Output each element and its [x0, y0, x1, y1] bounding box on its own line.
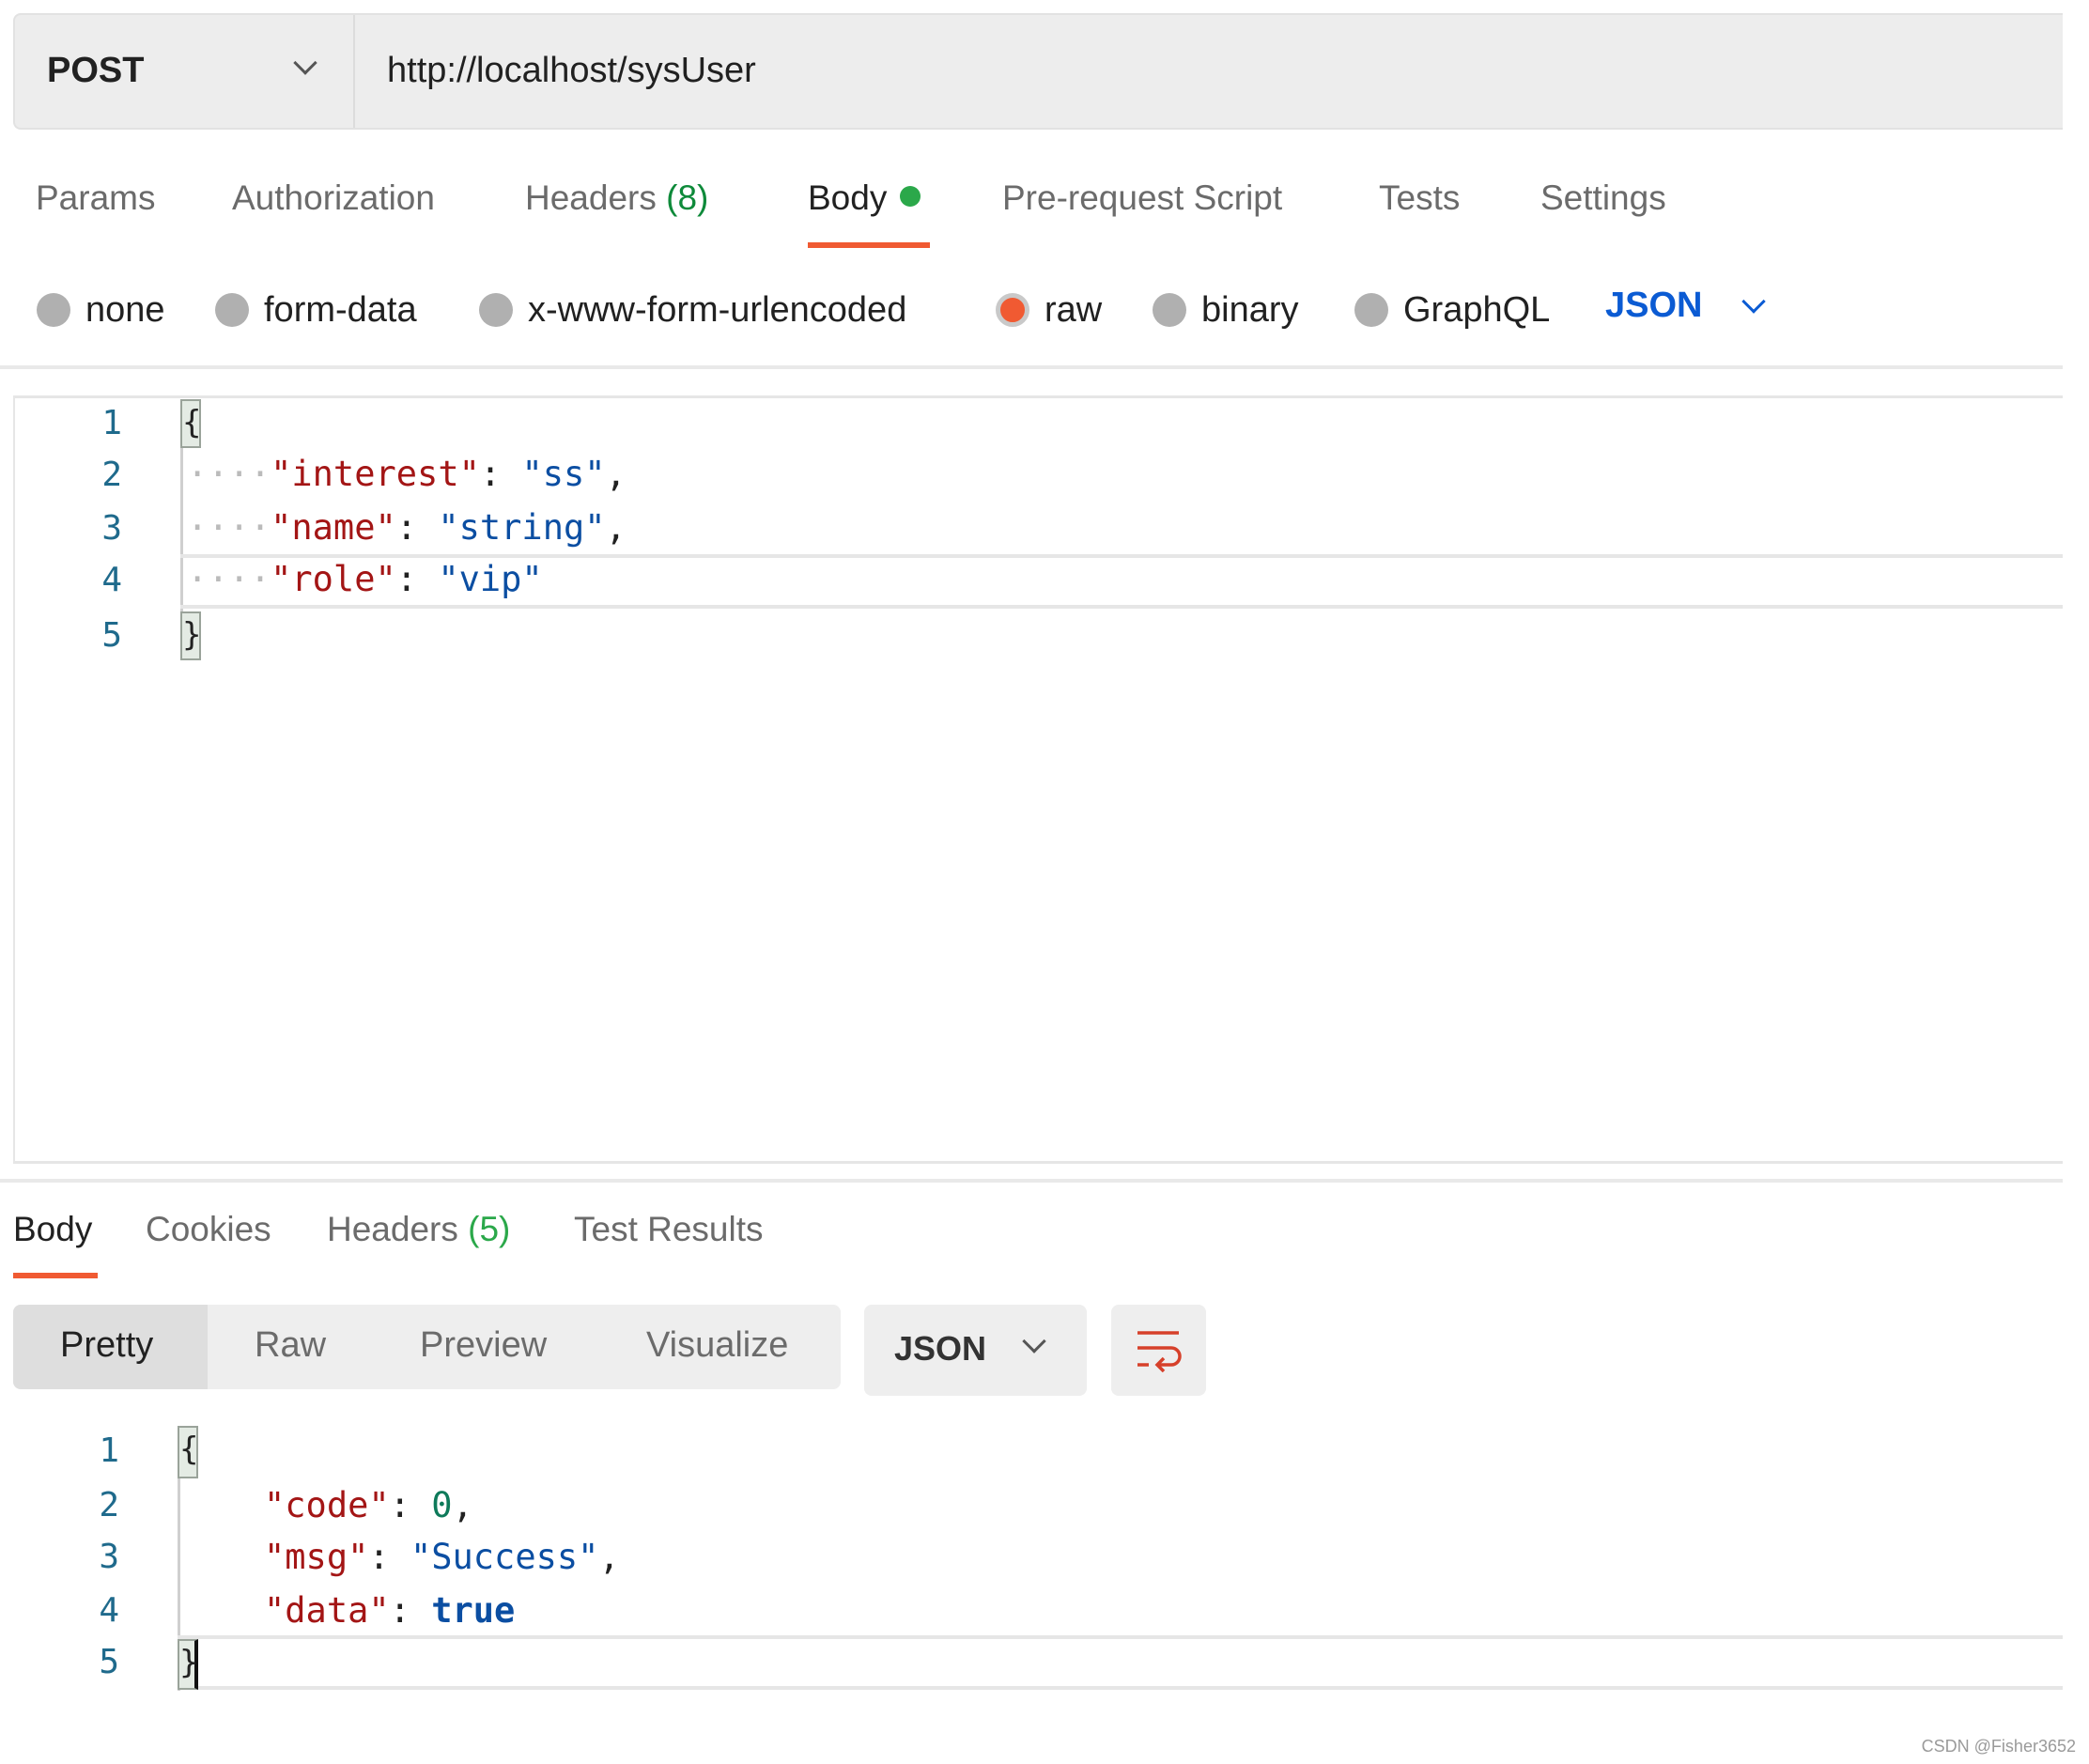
- response-code-line: "data": true: [264, 1590, 516, 1631]
- tab-label: Body: [808, 178, 888, 217]
- line-number: 1: [99, 1431, 119, 1470]
- headers-count: (8): [666, 178, 709, 217]
- radio-none[interactable]: none: [37, 289, 165, 331]
- headers-count: (5): [468, 1210, 511, 1248]
- line-number: 1: [101, 404, 122, 442]
- matched-brace: {: [180, 399, 201, 448]
- response-tab-test-results[interactable]: Test Results: [574, 1210, 764, 1249]
- radio-icon: [215, 293, 249, 327]
- tab-label: Tests: [1379, 178, 1461, 217]
- radio-form-data[interactable]: form-data: [215, 289, 417, 331]
- radio-binary[interactable]: binary: [1153, 289, 1299, 331]
- radio-label: form-data: [264, 289, 417, 330]
- tab-label: Headers: [525, 178, 657, 217]
- tab-label: Settings: [1540, 178, 1666, 217]
- radio-icon: [37, 293, 70, 327]
- view-visualize-button[interactable]: Visualize: [646, 1325, 788, 1366]
- chevron-down-icon: [293, 51, 317, 75]
- matched-brace: }: [180, 611, 201, 660]
- chevron-down-icon: [1022, 1329, 1046, 1354]
- radio-label: none: [85, 289, 165, 330]
- chevron-down-icon[interactable]: [1741, 289, 1766, 314]
- radio-graphql[interactable]: GraphQL: [1354, 289, 1550, 331]
- raw-format-select[interactable]: JSON: [1605, 286, 1702, 326]
- radio-label: x-www-form-urlencoded: [528, 289, 907, 330]
- divider: [0, 365, 2063, 369]
- tab-label: Params: [36, 178, 156, 217]
- line-number: 2: [101, 456, 122, 494]
- view-mode-segmented-control: Pretty Raw Preview Visualize: [13, 1305, 841, 1389]
- line-number: 3: [99, 1538, 119, 1576]
- pane-divider[interactable]: [0, 1179, 2063, 1183]
- radio-label: GraphQL: [1403, 289, 1551, 330]
- url-input[interactable]: http://localhost/sysUser: [387, 51, 756, 91]
- view-raw-button[interactable]: Raw: [255, 1325, 326, 1366]
- response-code-line: "code": 0,: [264, 1485, 473, 1525]
- radio-label: binary: [1201, 289, 1299, 330]
- radio-label: raw: [1044, 289, 1103, 330]
- tab-settings[interactable]: Settings: [1540, 178, 1666, 218]
- response-tab-cookies[interactable]: Cookies: [146, 1210, 271, 1249]
- line-number: 3: [101, 509, 122, 548]
- matched-brace-with-cursor: }: [178, 1639, 198, 1690]
- tab-label: Headers: [327, 1210, 458, 1248]
- radio-selected-icon: [996, 293, 1029, 327]
- wrap-lines-button[interactable]: [1111, 1305, 1206, 1396]
- tab-authorization[interactable]: Authorization: [232, 178, 435, 218]
- url-bar: POST http://localhost/sysUser: [13, 13, 2063, 130]
- line-number: 4: [99, 1591, 119, 1630]
- radio-icon: [1354, 293, 1388, 327]
- code-line: ····"role": "vip": [187, 559, 543, 599]
- response-format-label: JSON: [894, 1329, 987, 1368]
- watermark: CSDN @Fisher3652: [1921, 1737, 2076, 1756]
- tab-body[interactable]: Body: [808, 178, 921, 218]
- body-indicator-dot-icon: [900, 186, 921, 208]
- response-format-select[interactable]: JSON: [864, 1305, 1087, 1396]
- tab-label: Pre-request Script: [1002, 178, 1283, 217]
- tab-headers[interactable]: Headers (8): [525, 178, 708, 218]
- line-number: 2: [99, 1486, 119, 1524]
- wrap-lines-icon: [1137, 1331, 1182, 1372]
- active-tab-underline: [13, 1273, 98, 1278]
- code-line: ····"name": "string",: [187, 507, 627, 548]
- matched-brace: {: [178, 1426, 198, 1478]
- current-line-highlight: [178, 1686, 2063, 1690]
- current-line-highlight: [180, 605, 2063, 609]
- method-select[interactable]: POST: [15, 15, 355, 128]
- radio-x-www-form-urlencoded[interactable]: x-www-form-urlencoded: [479, 289, 906, 331]
- view-preview-button[interactable]: Preview: [420, 1325, 547, 1366]
- line-number: 5: [101, 616, 122, 655]
- current-line-highlight: [180, 554, 2063, 558]
- tab-pre-request-script[interactable]: Pre-request Script: [1002, 178, 1282, 218]
- line-number: 5: [99, 1643, 119, 1681]
- response-code-line: "msg": "Success",: [264, 1537, 620, 1577]
- current-line-highlight: [178, 1635, 2063, 1639]
- radio-icon: [479, 293, 513, 327]
- tab-params[interactable]: Params: [36, 178, 155, 218]
- code-line: ····"interest": "ss",: [187, 454, 627, 494]
- method-label: POST: [47, 51, 145, 90]
- line-number: 4: [101, 561, 122, 599]
- tab-tests[interactable]: Tests: [1379, 178, 1460, 218]
- response-tab-headers[interactable]: Headers (5): [327, 1210, 510, 1249]
- radio-raw[interactable]: raw: [996, 289, 1102, 331]
- view-pretty-label[interactable]: Pretty: [60, 1325, 153, 1366]
- radio-icon: [1153, 293, 1186, 327]
- response-tab-body[interactable]: Body: [13, 1210, 92, 1249]
- tab-label: Authorization: [232, 178, 435, 217]
- active-tab-underline: [808, 242, 930, 248]
